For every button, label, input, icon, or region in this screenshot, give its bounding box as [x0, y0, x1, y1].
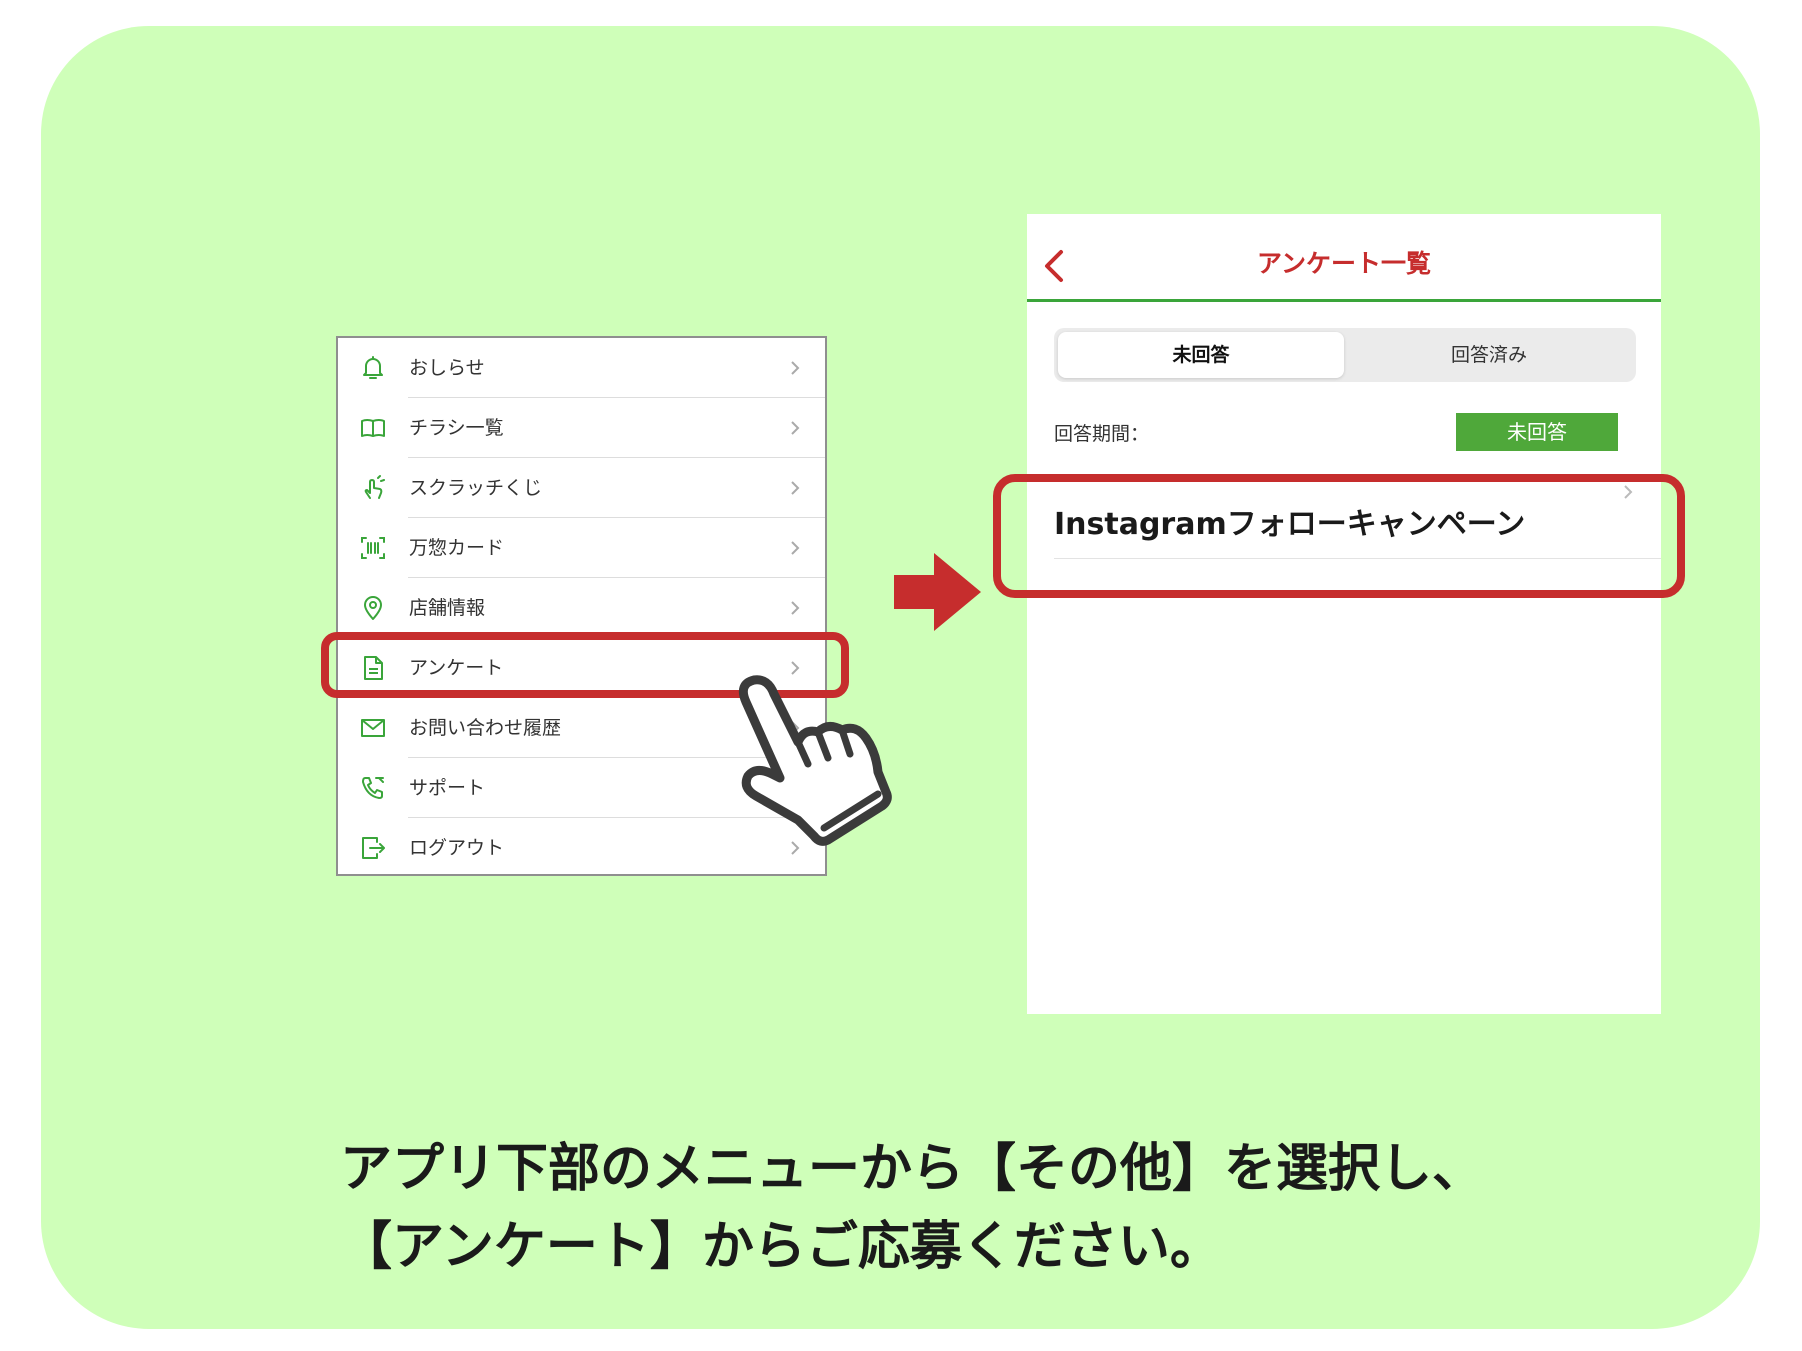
menu-item-flyers[interactable]: チラシ一覧: [338, 398, 825, 458]
menu-item-label: スクラッチくじ: [409, 477, 543, 499]
chevron-right-icon: [791, 361, 800, 375]
survey-item-highlight: [993, 474, 1685, 598]
menu-item-scratch[interactable]: スクラッチくじ: [338, 458, 825, 518]
screen-title: アンケート一覧: [1256, 249, 1431, 278]
menu-item-label: 万惣カード: [409, 537, 505, 559]
caption-line-1: アプリ下部のメニューから【その他】を選択し、: [340, 1139, 1485, 1199]
menu-item-store-info[interactable]: 店舗情報: [338, 578, 825, 638]
tab-unanswered[interactable]: 未回答: [1058, 332, 1344, 378]
scratch-finger-icon: [358, 473, 388, 503]
bell-icon: [358, 353, 388, 383]
mail-icon: [358, 713, 388, 743]
menu-item-label: サポート: [409, 777, 486, 799]
menu-item-label: チラシ一覧: [409, 417, 504, 439]
caption-line-2: 【アンケート】からご応募ください。: [340, 1217, 1222, 1277]
menu-item-news[interactable]: おしらせ: [338, 338, 825, 398]
logout-icon: [358, 833, 388, 863]
menu-item-label: ログアウト: [409, 837, 505, 859]
menu-item-label: 店舗情報: [409, 597, 486, 619]
barcode-scan-icon: [358, 533, 388, 563]
chevron-right-icon: [791, 601, 800, 615]
menu-item-label: お問い合わせ履歴: [409, 717, 562, 739]
answer-period-label: 回答期間：: [1054, 423, 1150, 445]
pointing-hand-icon: [738, 675, 892, 846]
status-tabs: 未回答 回答済み: [1054, 328, 1636, 382]
survey-list-screen: アンケート一覧 未回答 回答済み 回答期間： 未回答 Instagramフォロー…: [1027, 214, 1661, 1014]
map-pin-icon: [358, 593, 388, 623]
status-badge: 未回答: [1456, 413, 1618, 451]
phone-icon: [358, 773, 388, 803]
screen-header: アンケート一覧: [1027, 214, 1661, 302]
book-icon: [358, 413, 388, 443]
chevron-right-icon: [791, 481, 800, 495]
right-arrow-icon: [894, 553, 981, 631]
menu-item-card[interactable]: 万惣カード: [338, 518, 825, 578]
tab-answered[interactable]: 回答済み: [1346, 332, 1632, 378]
menu-item-label: おしらせ: [409, 357, 485, 379]
chevron-right-icon: [791, 421, 800, 435]
instruction-caption: アプリ下部のメニューから【その他】を選択し、 【アンケート】からご応募ください。: [340, 1130, 1640, 1286]
chevron-right-icon: [791, 541, 800, 555]
